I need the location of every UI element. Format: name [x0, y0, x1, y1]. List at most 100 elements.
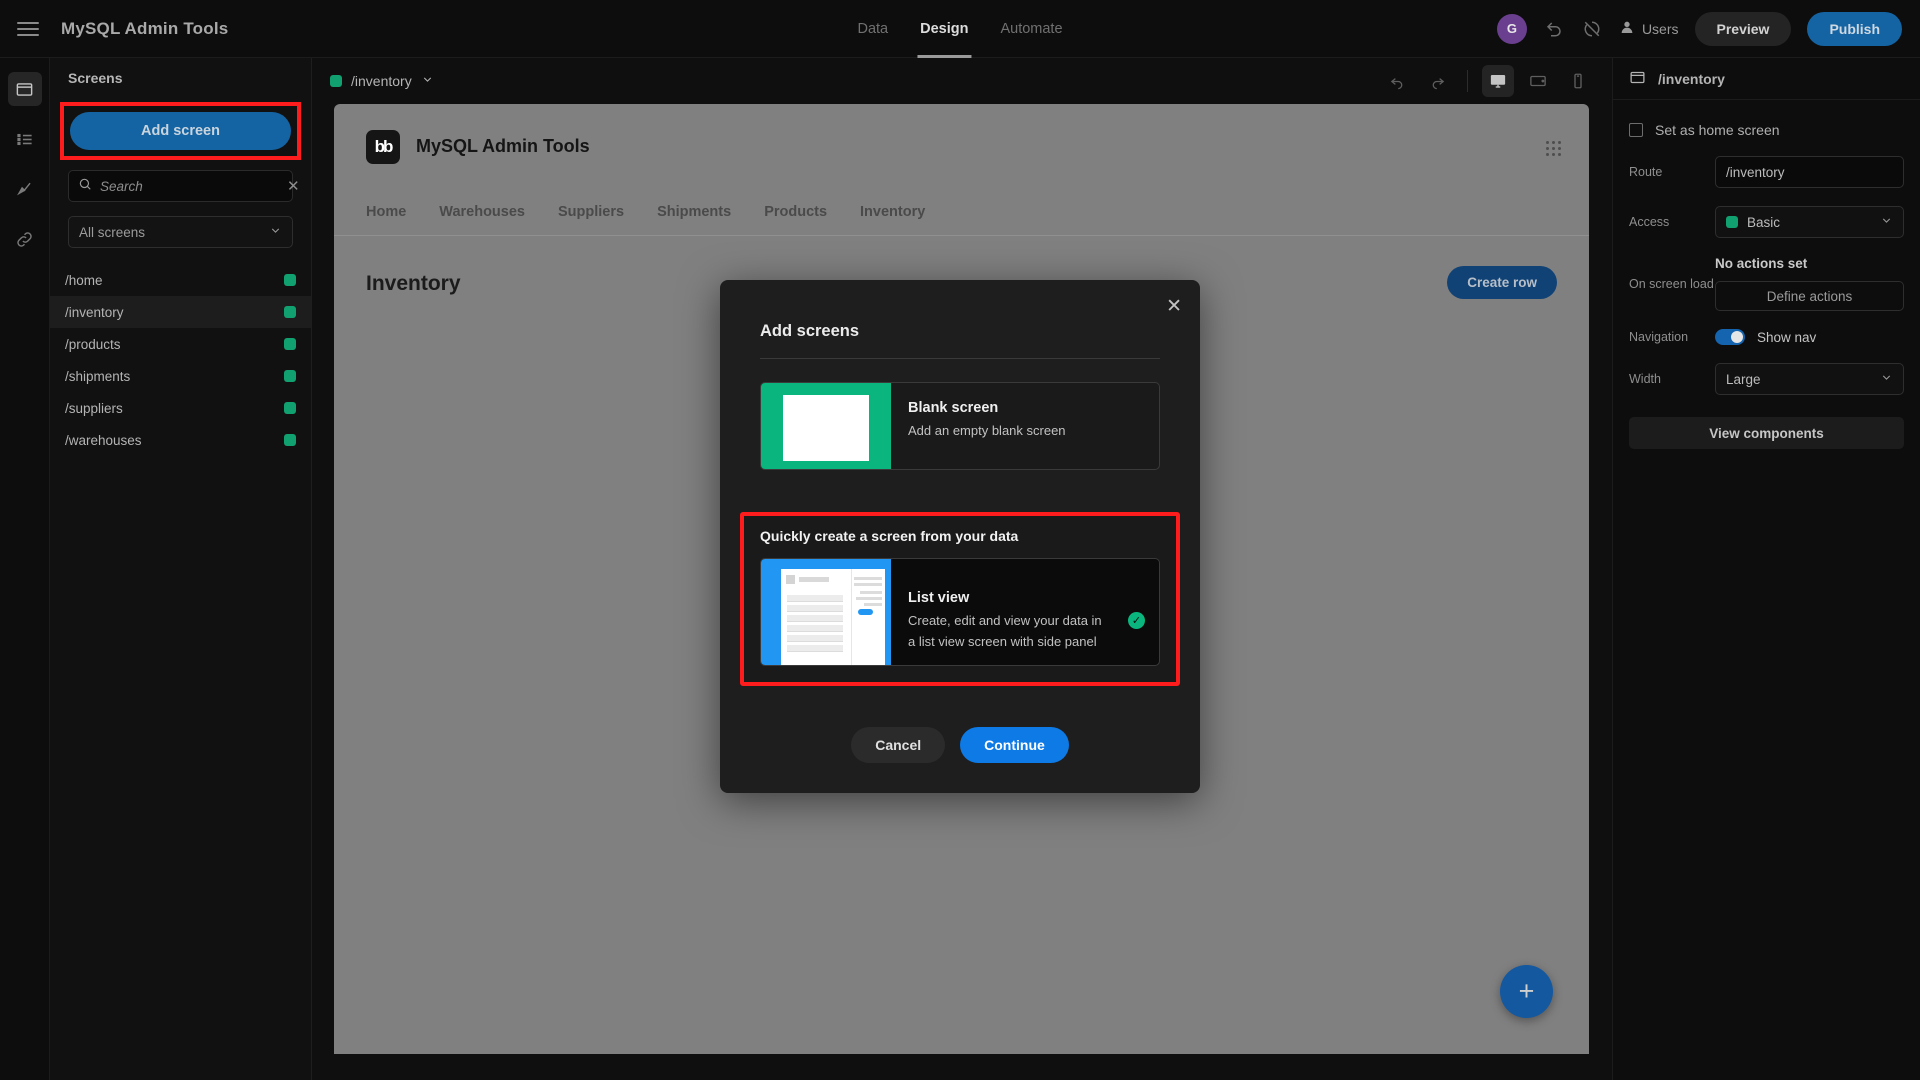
- search-field[interactable]: ✕: [68, 170, 300, 202]
- list-view-thumbnail: [761, 559, 891, 665]
- desktop-icon[interactable]: [1482, 65, 1514, 97]
- screen-icon: [1629, 69, 1646, 89]
- preview-app-name: MySQL Admin Tools: [416, 136, 590, 156]
- cancel-button[interactable]: Cancel: [851, 727, 946, 763]
- screen-list-item[interactable]: /products: [50, 328, 311, 360]
- add-screens-modal: ✕ Add screens Blank screen Add an empty …: [720, 280, 1200, 793]
- modal-divider: [760, 358, 1160, 359]
- nav-item-suppliers[interactable]: Suppliers: [558, 204, 624, 220]
- data-section-title: Quickly create a screen from your data: [760, 528, 1019, 544]
- access-dot: [284, 274, 296, 286]
- list-view-title: List view: [908, 589, 970, 606]
- close-icon[interactable]: ✕: [1166, 297, 1182, 316]
- list-view-desc-line1: Create, edit and view your data in: [908, 612, 1102, 628]
- add-screen-button[interactable]: Add screen: [70, 112, 291, 150]
- nav-item-home[interactable]: Home: [366, 204, 406, 220]
- nav-item-products[interactable]: Products: [764, 204, 827, 220]
- access-value: Basic: [1747, 214, 1781, 230]
- list-view-desc-line2: a list view screen with side panel: [908, 633, 1097, 649]
- continue-button[interactable]: Continue: [960, 727, 1069, 763]
- rail-brush-icon[interactable]: [8, 172, 42, 206]
- top-bar-actions: G Users Preview Publish: [1496, 11, 1902, 46]
- chevron-down-icon: [1880, 371, 1893, 387]
- clear-search-icon[interactable]: ✕: [287, 177, 300, 195]
- view-components-button[interactable]: View components: [1629, 417, 1904, 449]
- rail-screen-icon[interactable]: [7, 72, 42, 106]
- tab-data[interactable]: Data: [857, 0, 888, 58]
- home-screen-checkbox[interactable]: [1629, 123, 1643, 137]
- nav-item-shipments[interactable]: Shipments: [657, 204, 731, 220]
- add-component-fab[interactable]: +: [1500, 965, 1553, 1018]
- nav-item-inventory[interactable]: Inventory: [860, 204, 925, 220]
- rail-list-icon[interactable]: [8, 122, 42, 156]
- width-value: Large: [1726, 371, 1761, 387]
- toolbar-divider: [1467, 70, 1468, 92]
- width-select[interactable]: Large: [1715, 363, 1904, 395]
- screen-route: /products: [65, 336, 121, 352]
- blank-screen-title: Blank screen: [908, 400, 999, 416]
- canvas-undo-icon[interactable]: [1381, 65, 1413, 97]
- chevron-down-icon: [1880, 214, 1893, 230]
- drag-handle-icon[interactable]: [1546, 141, 1561, 156]
- blank-screen-option[interactable]: Blank screen Add an empty blank screen: [760, 382, 1160, 470]
- users-button[interactable]: Users: [1619, 19, 1679, 38]
- width-row: Width Large: [1613, 363, 1920, 395]
- screens-heading: Screens: [68, 70, 123, 86]
- screen-route: /warehouses: [65, 432, 142, 448]
- show-nav-toggle[interactable]: [1715, 329, 1745, 345]
- revert-icon[interactable]: [1581, 18, 1603, 40]
- canvas-redo-icon[interactable]: [1421, 65, 1453, 97]
- create-row-button[interactable]: Create row: [1447, 266, 1557, 299]
- screen-filter-select[interactable]: All screens: [68, 216, 293, 248]
- check-circle-icon: ✓: [1128, 612, 1145, 629]
- set-home-screen-row[interactable]: Set as home screen: [1613, 100, 1920, 138]
- avatar[interactable]: G: [1496, 13, 1527, 44]
- screen-settings-header: /inventory: [1613, 58, 1920, 100]
- screen-route: /home: [65, 272, 103, 288]
- preview-button[interactable]: Preview: [1694, 11, 1792, 46]
- rail-link-icon[interactable]: [8, 222, 42, 256]
- main-tabs: Data Design Automate: [857, 0, 1063, 58]
- publish-button[interactable]: Publish: [1807, 11, 1902, 46]
- set-home-screen-label: Set as home screen: [1655, 122, 1780, 138]
- screen-list-item[interactable]: /shipments: [50, 360, 311, 392]
- users-label: Users: [1641, 20, 1679, 37]
- access-select[interactable]: Basic: [1715, 206, 1904, 238]
- access-dot: [284, 434, 296, 446]
- search-input[interactable]: [100, 178, 279, 194]
- route-input[interactable]: /inventory: [1715, 156, 1904, 188]
- user-icon: [1619, 19, 1635, 38]
- icon-rail: [0, 58, 50, 1080]
- app-logo: bb: [366, 129, 400, 164]
- screen-list-item[interactable]: /home: [50, 264, 311, 296]
- top-bar: MySQL Admin Tools Data Design Automate G…: [0, 0, 1920, 58]
- width-label: Width: [1629, 372, 1661, 386]
- screen-list-item[interactable]: /warehouses: [50, 424, 311, 456]
- screen-list-item[interactable]: /suppliers: [50, 392, 311, 424]
- hamburger-icon[interactable]: [17, 18, 39, 40]
- tab-automate[interactable]: Automate: [1000, 0, 1062, 58]
- access-row: Access Basic: [1613, 206, 1920, 238]
- preview-nav: Home Warehouses Suppliers Shipments Prod…: [334, 189, 1589, 236]
- blank-screen-desc: Add an empty blank screen: [908, 423, 1066, 438]
- tab-design[interactable]: Design: [917, 0, 972, 58]
- route-row: Route /inventory: [1613, 156, 1920, 188]
- access-dot: [284, 370, 296, 382]
- on-screen-load-row: On screen load No actions set Define act…: [1613, 256, 1920, 311]
- navigation-row: Navigation Show nav: [1613, 329, 1920, 345]
- modal-actions: Cancel Continue: [720, 727, 1200, 763]
- canvas-route-chip[interactable]: /inventory: [330, 73, 434, 89]
- access-dot: [284, 402, 296, 414]
- chevron-down-icon: [421, 73, 434, 89]
- access-dot: [1726, 216, 1738, 228]
- list-view-mockup: [781, 569, 885, 665]
- nav-item-warehouses[interactable]: Warehouses: [439, 204, 525, 220]
- search-icon: [78, 177, 92, 196]
- tablet-icon[interactable]: [1522, 65, 1554, 97]
- route-value: /inventory: [1726, 164, 1785, 180]
- undo-icon[interactable]: [1543, 18, 1565, 40]
- define-actions-button[interactable]: Define actions: [1715, 281, 1904, 311]
- mobile-icon[interactable]: [1562, 65, 1594, 97]
- list-view-option[interactable]: List view Create, edit and view your dat…: [760, 558, 1160, 666]
- screen-list-item[interactable]: /inventory: [50, 296, 311, 328]
